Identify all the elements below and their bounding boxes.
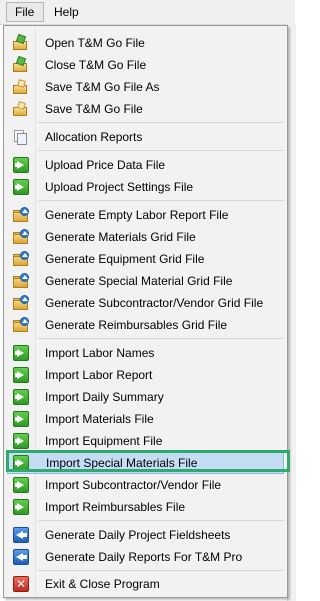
menu-item-label: Generate Daily Reports For T&M Pro [45,550,243,564]
menu-item-label: Close T&M Go File [45,58,147,72]
menu-item-generate-subcontractor-vendor-grid[interactable]: Generate Subcontractor/Vendor Grid File [7,292,284,314]
green-arrow-icon [13,389,29,405]
menu-item-generate-daily-project-fieldsheets[interactable]: Generate Daily Project Fieldsheets [7,524,284,546]
menu-item-label: Generate Empty Labor Report File [45,208,229,222]
menu-item-label: Import Materials File [45,412,154,426]
menu-item-generate-materials-grid[interactable]: Generate Materials Grid File [7,226,284,248]
green-arrow-icon [13,455,29,471]
green-arrow-icon [13,411,29,427]
menu-item-label: Generate Equipment Grid File [45,252,205,266]
menu-item-upload-project-settings[interactable]: Upload Project Settings File [7,176,284,198]
blue-back-arrow-icon [13,527,29,543]
green-arrow-icon [13,367,29,383]
blue-back-arrow-icon [13,549,29,565]
exit-icon: ✕ [13,576,29,592]
menu-help[interactable]: Help [46,2,87,22]
green-arrow-icon [13,179,29,195]
menu-item-label: Import Special Materials File [46,456,198,470]
menu-item-label: Import Daily Summary [45,390,164,404]
folder-upload-icon [13,251,29,267]
menu-item-import-subcontractor-vendor-file[interactable]: Import Subcontractor/Vendor File [7,474,284,496]
menu-item-save-file[interactable]: Save T&M Go File [7,98,284,120]
menu-item-close-file[interactable]: Close T&M Go File [7,54,284,76]
menu-item-import-special-materials-file[interactable]: Import Special Materials File [7,452,284,474]
menu-item-import-labor-report[interactable]: Import Labor Report [7,364,284,386]
menu-item-label: Import Labor Names [45,346,155,360]
menu-item-label: Open T&M Go File [45,36,145,50]
save-as-icon [13,79,29,95]
menu-item-exit-close-program[interactable]: ✕ Exit & Close Program [7,573,284,595]
menu-item-generate-equipment-grid[interactable]: Generate Equipment Grid File [7,248,284,270]
menu-separator [38,150,284,151]
menu-item-generate-reimbursables-grid[interactable]: Generate Reimbursables Grid File [7,314,284,336]
green-arrow-icon [13,499,29,515]
file-menu-dropdown: Open T&M Go File Close T&M Go File Save … [3,25,288,598]
menu-item-label: Generate Special Material Grid File [45,274,233,288]
menu-item-import-equipment-file[interactable]: Import Equipment File [7,430,284,452]
menu-item-open-file[interactable]: Open T&M Go File [7,32,284,54]
menu-item-label: Save T&M Go File [45,102,143,116]
menu-bar: File Help [0,0,295,25]
menu-separator [38,122,284,123]
menu-file[interactable]: File [6,2,44,22]
menu-item-label: Generate Reimbursables Grid File [45,318,228,332]
menu-item-label: Import Subcontractor/Vendor File [45,478,222,492]
close-file-icon [13,55,29,73]
menu-item-label: Generate Materials Grid File [45,230,196,244]
menu-item-import-reimbursables-file[interactable]: Import Reimbursables File [7,496,284,518]
save-icon [13,101,29,117]
green-arrow-icon [13,157,29,173]
menu-item-import-labor-names[interactable]: Import Labor Names [7,342,284,364]
green-arrow-icon [13,345,29,361]
folder-upload-icon [13,273,29,289]
menu-item-import-daily-summary[interactable]: Import Daily Summary [7,386,284,408]
menu-item-label: Generate Subcontractor/Vendor Grid File [45,296,264,310]
menu-item-allocation-reports[interactable]: Allocation Reports [7,126,284,148]
folder-upload-icon [13,229,29,245]
menu-item-generate-empty-labor-report[interactable]: Generate Empty Labor Report File [7,204,284,226]
menu-item-label: Import Equipment File [45,434,163,448]
menu-item-label: Generate Daily Project Fieldsheets [45,528,231,542]
menu-item-save-file-as[interactable]: Save T&M Go File As [7,76,284,98]
menu-separator [38,520,284,521]
background-window-edge [287,24,296,601]
green-arrow-icon [13,433,29,449]
menu-separator [38,570,284,571]
menu-item-label: Save T&M Go File As [45,80,160,94]
menu-item-generate-special-material-grid[interactable]: Generate Special Material Grid File [7,270,284,292]
menu-item-label: Import Labor Report [45,368,153,382]
folder-upload-icon [13,207,29,223]
menu-item-label: Import Reimbursables File [45,500,186,514]
green-arrow-icon [13,477,29,493]
menu-item-label: Upload Project Settings File [45,180,194,194]
menu-item-label: Allocation Reports [45,130,143,144]
reports-icon [13,129,29,145]
menu-separator [38,338,284,339]
folder-upload-icon [13,317,29,333]
menu-item-label: Exit & Close Program [45,577,160,591]
menu-item-import-materials-file[interactable]: Import Materials File [7,408,284,430]
folder-upload-icon [13,295,29,311]
menu-item-generate-daily-reports-tm-pro[interactable]: Generate Daily Reports For T&M Pro [7,546,284,568]
menu-item-label: Upload Price Data File [45,158,166,172]
menu-item-upload-price-data[interactable]: Upload Price Data File [7,154,284,176]
open-file-icon [13,33,29,51]
menu-separator [38,200,284,201]
